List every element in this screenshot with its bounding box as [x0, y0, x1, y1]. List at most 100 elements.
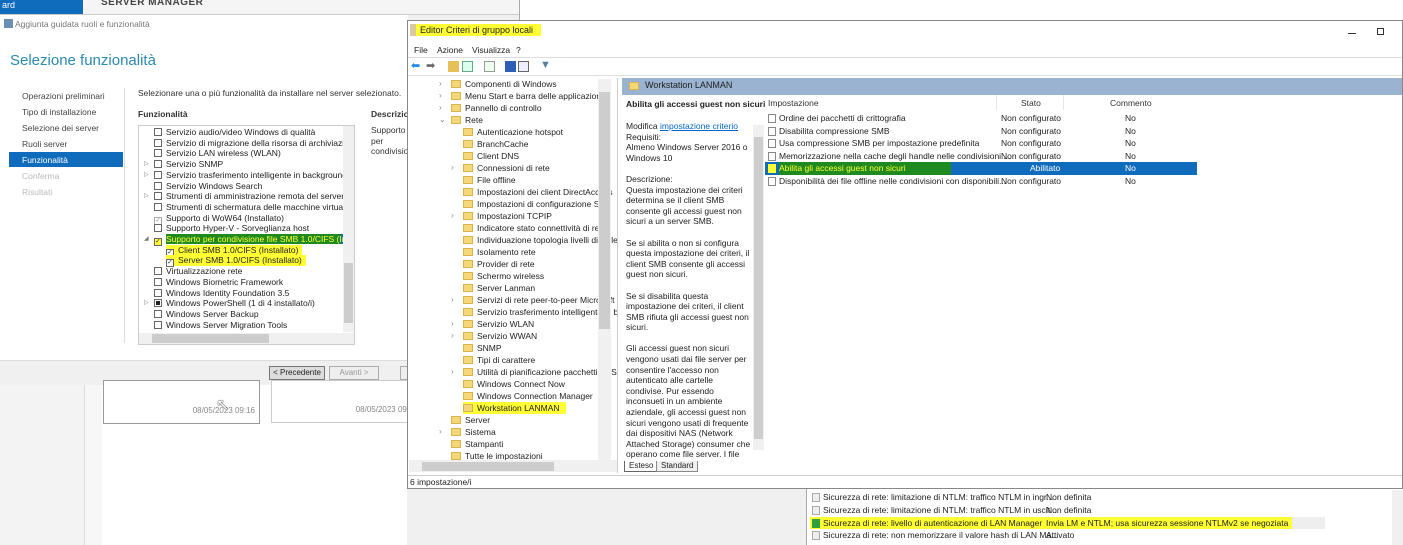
feature-item[interactable]: Windows Biometric Framework [154, 277, 283, 288]
tree-item[interactable]: Servizio WWAN [463, 330, 537, 342]
up-folder-icon[interactable] [448, 61, 459, 72]
features-vscroll-thumb[interactable] [344, 263, 353, 323]
setting-row[interactable]: Memorizzazione nella cache degli handle … [765, 150, 1197, 163]
back-icon[interactable]: ⬅ [411, 59, 420, 72]
feature-item[interactable]: Servizio di migrazione della risorsa di … [154, 138, 354, 149]
column-commento[interactable]: Commento [1110, 98, 1152, 108]
tree-item[interactable]: Componenti di Windows [451, 78, 557, 90]
tree-item[interactable]: Connessioni di rete [463, 162, 550, 174]
expander-icon[interactable]: › [451, 211, 454, 220]
checkbox[interactable] [154, 138, 162, 147]
tree-item[interactable]: Indicatore stato connettività di rete [463, 222, 606, 234]
dashboard-tile[interactable]: 08/05/2023 09:16 [271, 380, 418, 423]
dashboard-tab[interactable]: ard [0, 0, 83, 14]
column-stato[interactable]: Stato [1021, 98, 1041, 108]
nav-item[interactable]: Selezione dei server [22, 123, 99, 133]
tree-item[interactable]: Windows Connect Now [463, 378, 565, 390]
tree-item[interactable]: Menu Start e barra delle applicazioni [451, 90, 603, 102]
setting-row[interactable]: Disabilita compressione SMB Non configura… [765, 125, 1197, 138]
feature-item[interactable]: ✓ Supporto di WoW64 (Installato) [154, 213, 284, 225]
checkbox[interactable]: ✓ [154, 238, 162, 246]
tree-item[interactable]: Sistema [451, 426, 496, 438]
feature-item[interactable]: Servizio Windows Search [154, 181, 262, 192]
features-list[interactable]: Servizio audio/video Windows di qualità S… [138, 125, 355, 345]
expander-icon[interactable]: ▷ [144, 170, 149, 181]
policy-row[interactable]: Sicurezza di rete: livello di autenticaz… [810, 516, 1292, 530]
tree-item[interactable]: Impostazioni TCPIP [463, 210, 552, 222]
tree-item[interactable]: Utilità di pianificazione pacchetti QoS [463, 366, 617, 378]
menu-azione[interactable]: Azione [437, 45, 463, 55]
tree-item[interactable]: Client DNS [463, 150, 519, 162]
tree-item[interactable]: Impostazioni di configurazione SSL [463, 198, 610, 210]
tree-vscroll-thumb[interactable] [599, 92, 610, 329]
checkbox[interactable] [154, 160, 162, 169]
expander-icon[interactable]: ▷ [144, 191, 149, 202]
nav-item[interactable]: Operazioni preliminari [22, 91, 105, 101]
dashboard-tile[interactable]: 08/05/2023 09:16 [103, 380, 260, 424]
setting-row[interactable]: Abilita gli accessi guest non sicuri Abil… [765, 162, 1197, 175]
tree-item[interactable]: BranchCache [463, 138, 529, 150]
tree-item[interactable]: Servizio WLAN [463, 318, 534, 330]
features-hscroll-thumb[interactable] [152, 334, 269, 343]
feature-item[interactable]: Virtualizzazione rete [154, 266, 242, 277]
checkbox[interactable] [154, 267, 162, 276]
checkbox[interactable] [154, 309, 162, 318]
tree-item[interactable]: Servizio trasferimento intelligente in b… [463, 306, 617, 318]
expander-icon[interactable]: › [451, 367, 454, 376]
feature-item[interactable]: Strumenti di amministrazione remota del … [154, 191, 344, 202]
feature-item[interactable]: Strumenti di schermatura delle macchine … [154, 202, 354, 213]
expander-icon[interactable]: ▷ [144, 159, 149, 170]
expander-icon[interactable]: › [439, 79, 442, 88]
setting-row[interactable]: Usa compressione SMB per impostazione pr… [765, 137, 1197, 150]
feature-item[interactable]: Servizio trasferimento intelligente in b… [154, 170, 354, 181]
tab-standard[interactable]: Standard [656, 461, 699, 472]
setting-row[interactable]: Ordine dei pacchetti di crittografia Non … [765, 112, 1197, 125]
menu-help[interactable]: ? [516, 45, 521, 55]
expander-icon[interactable]: › [451, 295, 454, 304]
tree-item[interactable]: Autenticazione hotspot [463, 126, 563, 138]
tree-item[interactable]: Stampanti [451, 438, 503, 450]
tree-item[interactable]: Provider di rete [463, 258, 535, 270]
feature-item[interactable]: Windows PowerShell (1 di 4 installato/i) [154, 298, 315, 309]
menu-file[interactable]: File [414, 45, 428, 55]
forward-icon[interactable]: ➡ [426, 59, 435, 72]
description-vscroll-thumb[interactable] [754, 137, 763, 439]
nav-item[interactable]: Tipo di installazione [22, 107, 96, 117]
feature-item[interactable]: ✓ Server SMB 1.0/CIFS (Installato) [166, 255, 306, 268]
checkbox[interactable] [154, 320, 162, 329]
tree-item[interactable]: Server Lanman [463, 282, 535, 294]
tree-item[interactable]: Pannello di controllo [451, 102, 542, 114]
feature-item[interactable]: Servizio SNMP [154, 159, 223, 170]
checkbox[interactable] [154, 149, 162, 158]
feature-item[interactable]: Windows Server Backup [154, 309, 259, 320]
column-impostazione[interactable]: Impostazione [768, 98, 819, 108]
checkbox[interactable] [154, 192, 162, 201]
expander-icon[interactable]: ▷ [144, 298, 149, 309]
feature-item[interactable]: ✓ Supporto per condivisione file SMB 1.0/… [154, 234, 354, 246]
previous-button[interactable]: < Precedente [269, 366, 325, 380]
help-icon[interactable] [505, 61, 516, 72]
tree-item[interactable]: Servizi di rete peer-to-peer Microsoft [463, 294, 614, 306]
tree-item[interactable]: Individuazione topologia livelli di coll… [463, 234, 617, 246]
expander-icon[interactable]: › [439, 103, 442, 112]
checkbox[interactable] [154, 277, 162, 286]
feature-item[interactable]: Servizio audio/video Windows di qualità [154, 127, 315, 138]
tree-item[interactable]: SNMP [463, 342, 502, 354]
tree-item[interactable]: Schermo wireless [463, 270, 544, 282]
expander-icon[interactable]: › [451, 163, 454, 172]
expander-icon[interactable]: › [439, 91, 442, 100]
menu-visualizza[interactable]: Visualizza [472, 45, 510, 55]
checkbox[interactable] [154, 202, 162, 211]
tree-item[interactable]: File offline [463, 174, 516, 186]
properties-icon[interactable] [518, 61, 529, 72]
nav-item[interactable]: Ruoli server [22, 139, 67, 149]
policy-tree[interactable]: › Componenti di Windows › Menu Start e barr… [408, 78, 618, 473]
expander-icon[interactable]: ◢ [144, 234, 149, 245]
checkbox[interactable] [154, 224, 162, 233]
checkbox[interactable] [154, 181, 162, 190]
maximize-icon[interactable] [1377, 28, 1384, 35]
feature-item[interactable]: Supporto Hyper-V - Sorveglianza host [154, 223, 309, 234]
security-vscrollbar[interactable] [1392, 490, 1403, 545]
expander-icon[interactable]: ⌄ [439, 115, 446, 124]
filter-icon[interactable]: ▼ [540, 59, 551, 71]
